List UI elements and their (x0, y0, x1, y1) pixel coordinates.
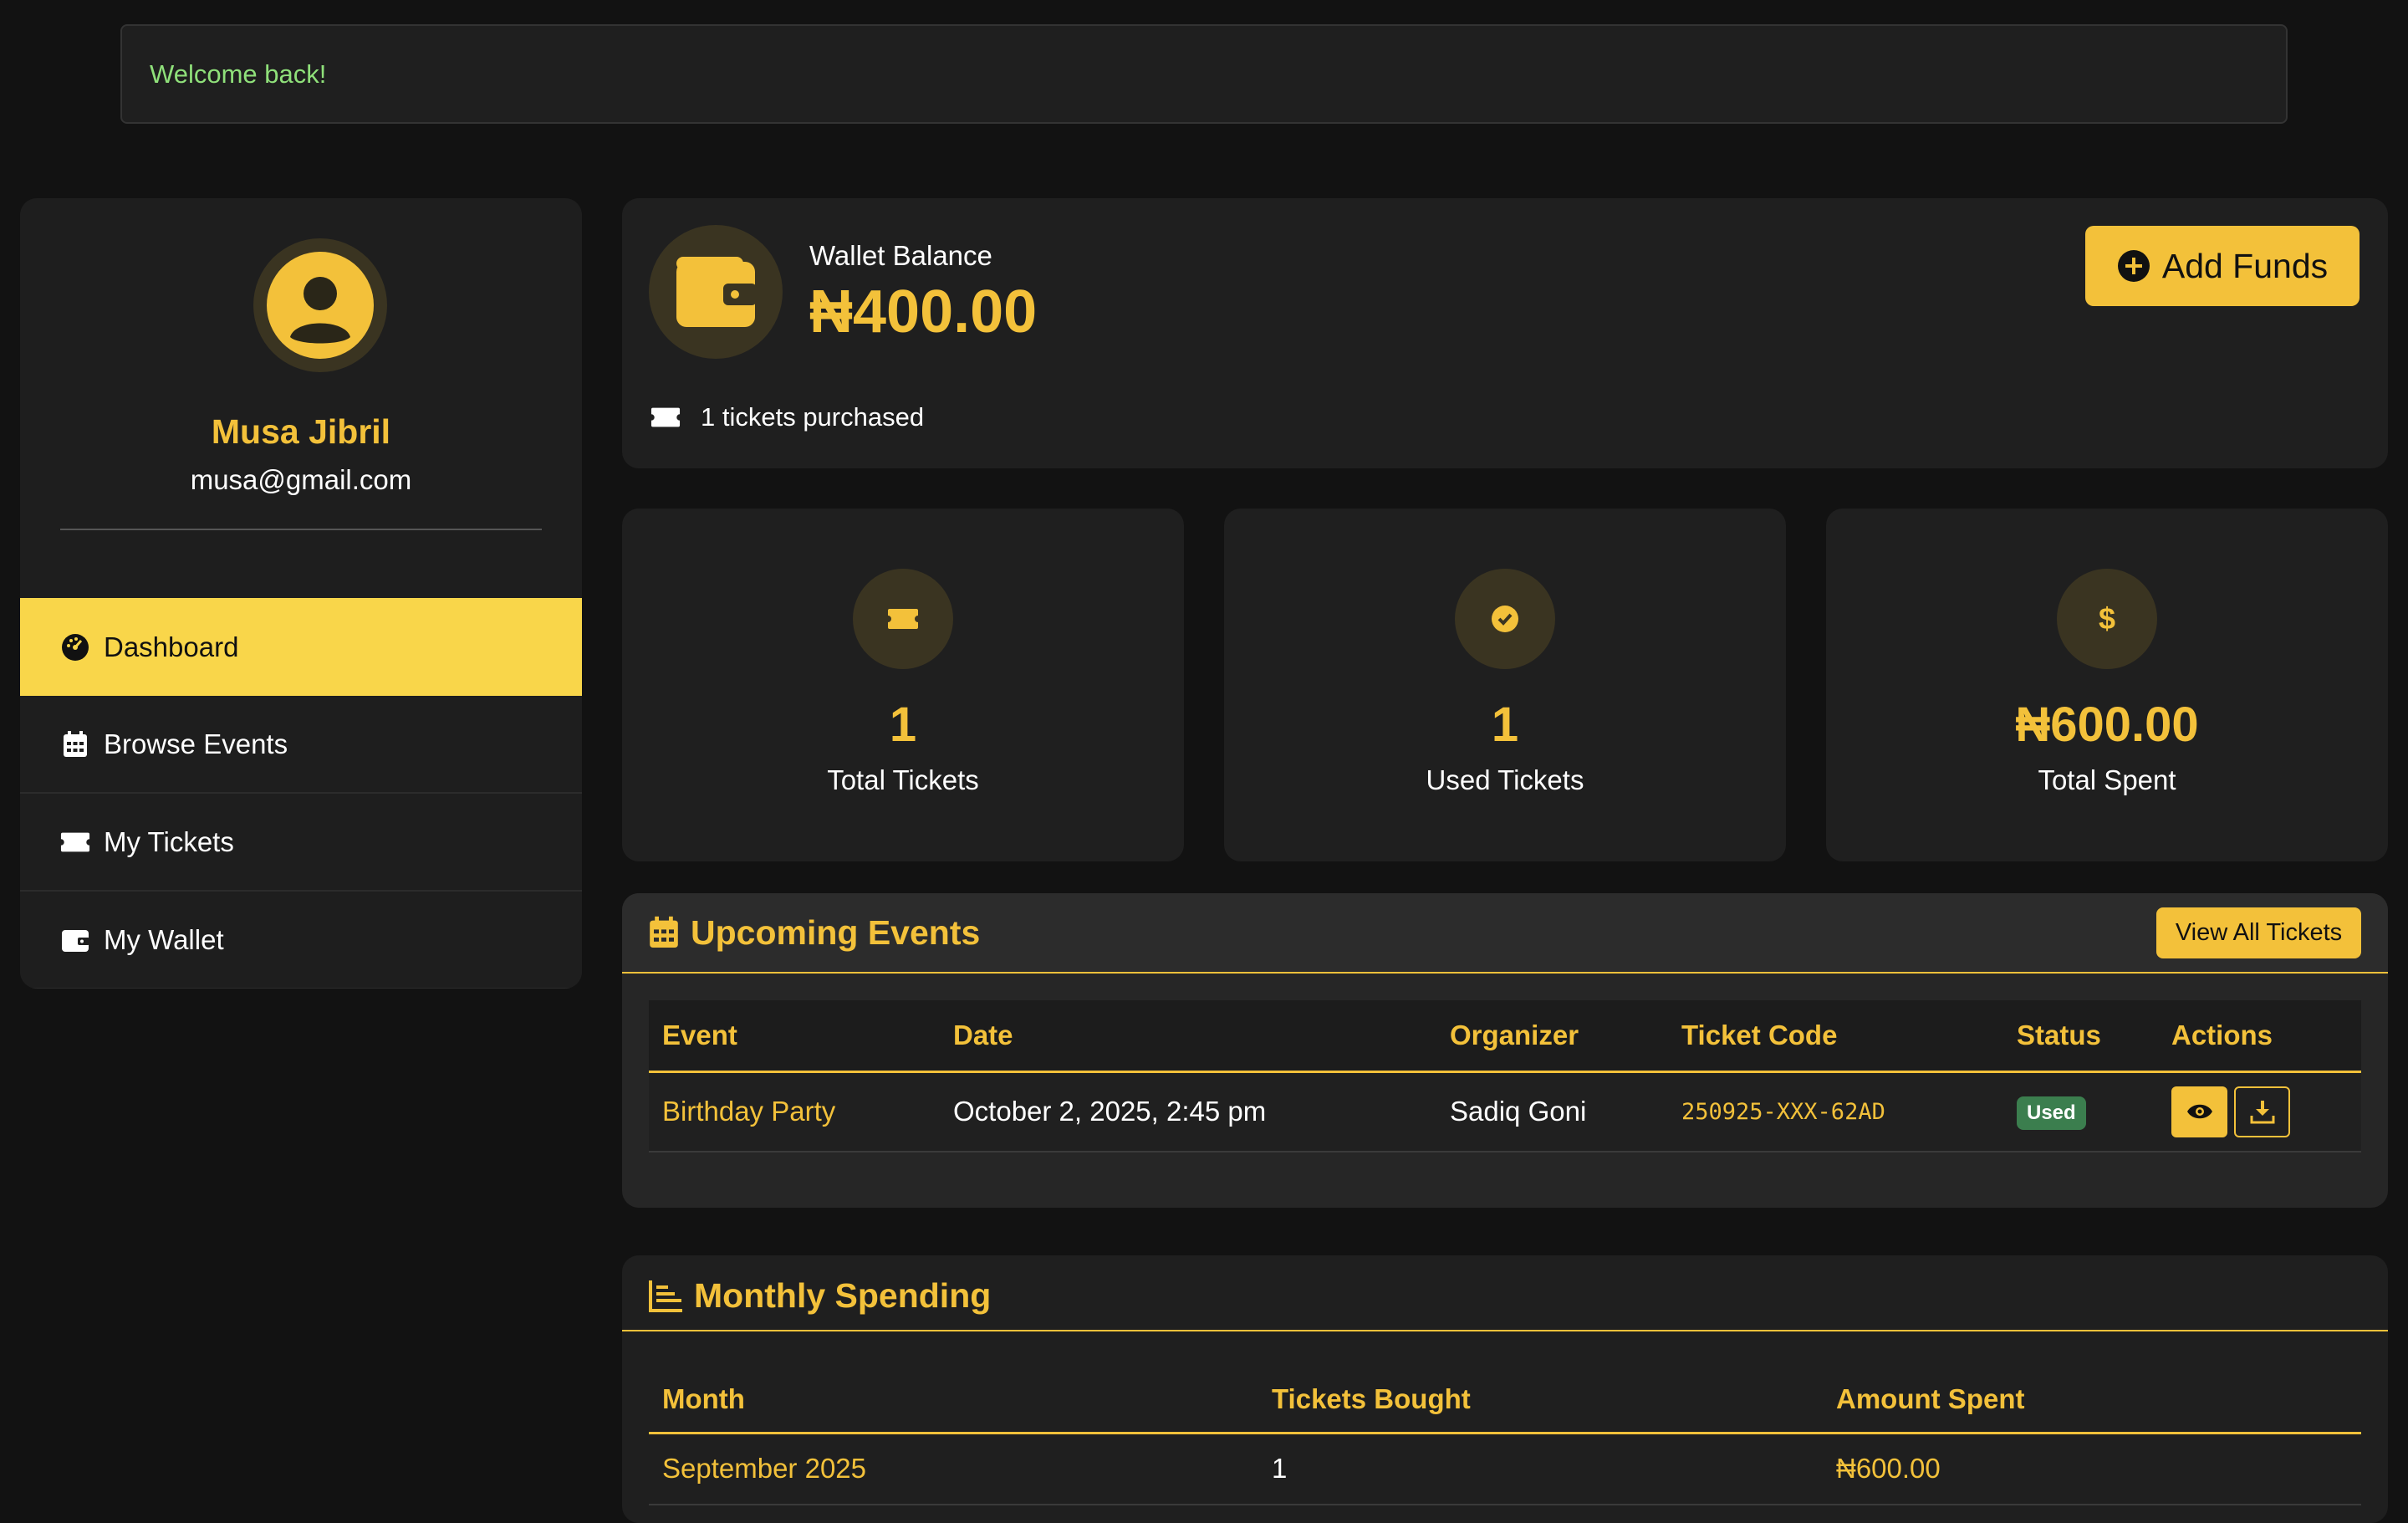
stat-icon-badge: $ (2057, 569, 2157, 669)
avatar (253, 238, 387, 372)
status-cell: Used (2003, 1071, 2158, 1152)
user-email: musa@gmail.com (190, 464, 412, 495)
welcome-alert: Welcome back! (120, 24, 2288, 124)
ticket-code: 250925-XXX-62AD (1668, 1071, 2003, 1152)
column-header: Amount Spent (1823, 1367, 2361, 1434)
user-circle-icon (267, 252, 374, 359)
event-organizer: Sadiq Goni (1436, 1071, 1668, 1152)
check-circle-icon (1492, 606, 1518, 632)
amount-spent-cell: ₦600.00 (1823, 1433, 2361, 1505)
eye-icon (2186, 1105, 2212, 1119)
wallet-icon-badge (649, 225, 783, 359)
sidebar-divider (60, 529, 542, 530)
stat-value: ₦600.00 (2015, 698, 2199, 752)
stat-value: 1 (889, 698, 917, 752)
plus-circle-icon (2117, 250, 2150, 282)
sidebar-item-label: My Tickets (104, 825, 234, 857)
add-funds-label: Add Funds (2161, 246, 2329, 285)
column-header: Status (2003, 1000, 2158, 1073)
event-date: October 2, 2025, 2:45 pm (940, 1071, 1436, 1152)
view-ticket-button[interactable] (2171, 1086, 2227, 1137)
calendar-icon (60, 729, 90, 759)
status-badge: Used (2017, 1096, 2086, 1130)
chart-bar-icon (649, 1280, 682, 1312)
sidebar-item-dashboard[interactable]: Dashboard (20, 598, 582, 696)
stat-card-total-spent: $ ₦600.00 Total Spent (1826, 509, 2388, 861)
stat-label: Total Tickets (827, 764, 979, 795)
calendar-icon (650, 916, 678, 948)
sidebar-item-label: Dashboard (104, 631, 239, 662)
ticket-icon (650, 407, 681, 427)
sidebar-item-my-tickets[interactable]: My Tickets (20, 794, 582, 892)
sidebar-item-label: My Wallet (104, 923, 224, 955)
stat-value: 1 (1491, 698, 1519, 752)
upcoming-events-header: Upcoming Events View All Tickets (622, 893, 2388, 974)
wallet-card: Wallet Balance ₦400.00 Add Funds 1 ticke… (622, 198, 2388, 468)
section-title: Monthly Spending (694, 1276, 992, 1315)
tickets-purchased-text: 1 tickets purchased (701, 402, 925, 432)
ticket-icon (888, 609, 918, 629)
stat-label: Total Spent (2038, 764, 2176, 795)
stat-icon-badge (1455, 569, 1555, 669)
table-row: Birthday Party October 2, 2025, 2:45 pm … (649, 1071, 2361, 1152)
monthly-spending-card: Monthly Spending Month Tickets Bought Am… (622, 1255, 2388, 1523)
event-name[interactable]: Birthday Party (649, 1071, 940, 1152)
sidebar-nav: Dashboard Browse Events My Tickets My Wa… (20, 598, 582, 989)
download-icon (2250, 1101, 2274, 1124)
column-header: Month (649, 1367, 1258, 1434)
table-row: September 2025 1 ₦600.00 (649, 1433, 2361, 1505)
column-header: Actions (2158, 1000, 2361, 1073)
ticket-icon (60, 827, 90, 857)
gauge-icon (60, 632, 90, 662)
column-header: Date (940, 1000, 1436, 1073)
upcoming-events-card: Upcoming Events View All Tickets Event D… (622, 893, 2388, 1208)
add-funds-button[interactable]: Add Funds (2085, 226, 2360, 306)
section-title: Upcoming Events (691, 912, 981, 952)
sidebar: Musa Jibril musa@gmail.com Dashboard Bro… (20, 198, 582, 989)
stat-card-total-tickets: 1 Total Tickets (622, 509, 1184, 861)
wallet-icon (676, 257, 757, 327)
sidebar-item-my-wallet[interactable]: My Wallet (20, 892, 582, 989)
actions-cell (2158, 1071, 2361, 1152)
sidebar-item-label: Browse Events (104, 728, 288, 759)
stat-card-used-tickets: 1 Used Tickets (1224, 509, 1786, 861)
monthly-spending-table: Month Tickets Bought Amount Spent Septem… (649, 1367, 2361, 1505)
wallet-balance-amount: ₦400.00 (809, 279, 1038, 345)
download-ticket-button[interactable] (2234, 1086, 2290, 1137)
upcoming-events-table: Event Date Organizer Ticket Code Status … (649, 1000, 2361, 1152)
month-cell: September 2025 (649, 1433, 1258, 1505)
welcome-text: Welcome back! (150, 59, 327, 89)
wallet-balance-label: Wallet Balance (809, 240, 992, 271)
tickets-bought-cell: 1 (1258, 1433, 1823, 1505)
column-header: Organizer (1436, 1000, 1668, 1073)
monthly-spending-header: Monthly Spending (622, 1262, 2388, 1331)
column-header: Tickets Bought (1258, 1367, 1823, 1434)
wallet-icon (60, 925, 90, 955)
column-header: Ticket Code (1668, 1000, 2003, 1073)
view-all-tickets-button[interactable]: View All Tickets (2156, 907, 2361, 958)
stat-label: Used Tickets (1426, 764, 1584, 795)
tickets-purchased: 1 tickets purchased (650, 402, 924, 432)
stat-icon-badge (853, 569, 953, 669)
column-header: Event (649, 1000, 940, 1073)
dollar-icon: $ (2098, 601, 2116, 636)
user-name: Musa Jibril (211, 412, 391, 451)
sidebar-item-browse-events[interactable]: Browse Events (20, 696, 582, 794)
